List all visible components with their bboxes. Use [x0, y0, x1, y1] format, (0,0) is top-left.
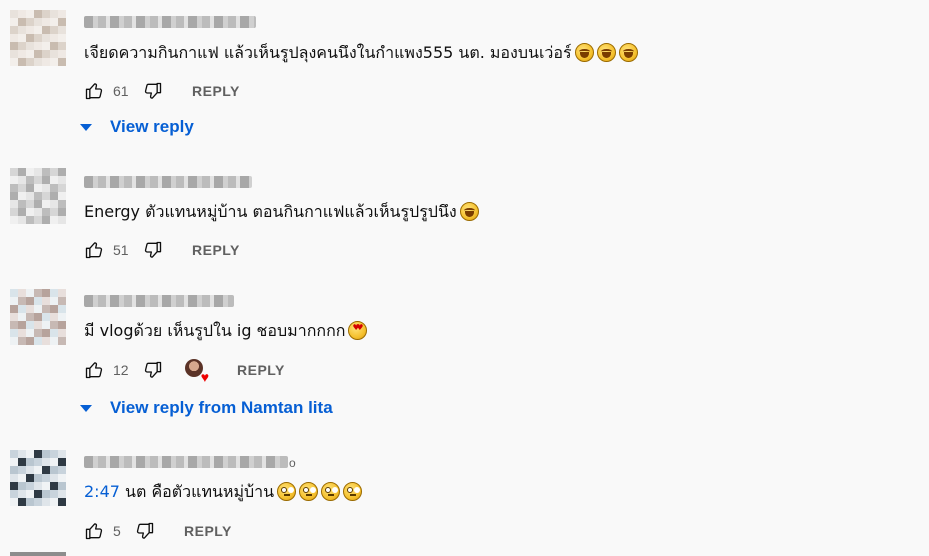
timestamp-link[interactable]: 2:47	[84, 482, 120, 501]
comment-body: Energy ตัวแทนหมู่บ้าน ตอนกินกาแฟแล้วเห็น…	[84, 202, 457, 221]
laugh-emoji-icon	[618, 43, 638, 62]
avatar[interactable]	[10, 10, 66, 66]
author-name-blurred[interactable]	[84, 16, 256, 28]
like-count: 61	[113, 83, 129, 99]
view-replies-button[interactable]: View reply	[80, 115, 194, 139]
dislike-icon[interactable]	[143, 360, 163, 380]
comment-toolbar: 5 REPLY	[84, 519, 232, 543]
dislike-icon[interactable]	[135, 521, 155, 541]
heart-icon: ♥	[200, 369, 209, 385]
comment-text: เจียดความกินกาแฟ แล้วเห็นรูปลุงคนนึงในกำ…	[84, 42, 638, 64]
like-icon[interactable]	[84, 521, 104, 541]
author-name-tail: o	[289, 456, 296, 470]
reply-button[interactable]: REPLY	[192, 242, 240, 258]
dislike-icon[interactable]	[143, 240, 163, 260]
comment-body: นต คือตัวแทนหมู่บ้าน	[119, 482, 275, 501]
caret-down-icon	[80, 404, 92, 412]
rolling-eyes-emoji-icon	[277, 482, 297, 501]
avatar[interactable]	[10, 289, 66, 345]
author-name-blurred[interactable]	[84, 456, 288, 468]
like-count: 51	[113, 242, 129, 258]
heart-eyes-emoji-icon	[348, 321, 368, 340]
like-count: 12	[113, 362, 129, 378]
reply-button[interactable]: REPLY	[192, 83, 240, 99]
view-replies-button[interactable]: View reply from Namtan lita	[80, 396, 333, 420]
dislike-icon[interactable]	[143, 81, 163, 101]
author-name-blurred[interactable]	[84, 295, 234, 307]
laugh-emoji-icon	[459, 202, 479, 221]
laugh-emoji-icon	[574, 43, 594, 62]
rolling-eyes-emoji-icon	[299, 482, 319, 501]
comment-text: มี vlogด้วย เห็นรูปใน ig ชอบมากกกก	[84, 320, 368, 342]
reply-button[interactable]: REPLY	[184, 523, 232, 539]
comment-body: มี vlogด้วย เห็นรูปใน ig ชอบมากกกก	[84, 321, 346, 340]
like-icon[interactable]	[84, 240, 104, 260]
like-count: 5	[113, 523, 121, 539]
like-icon[interactable]	[84, 360, 104, 380]
author-name-blurred[interactable]	[84, 176, 252, 188]
view-replies-label: View reply from Namtan lita	[110, 398, 333, 417]
creator-heart-icon: ♥	[185, 359, 209, 385]
avatar[interactable]	[10, 450, 66, 506]
comment-toolbar: 61 REPLY	[84, 79, 240, 103]
caret-down-icon	[80, 123, 92, 131]
reply-button[interactable]: REPLY	[237, 362, 285, 378]
comment-text: 2:47 นต คือตัวแทนหมู่บ้าน	[84, 481, 363, 503]
rolling-eyes-emoji-icon	[321, 482, 341, 501]
comment-text: Energy ตัวแทนหมู่บ้าน ตอนกินกาแฟแล้วเห็น…	[84, 201, 479, 223]
comment-toolbar: 51 REPLY	[84, 238, 240, 262]
like-icon[interactable]	[84, 81, 104, 101]
comment-body: เจียดความกินกาแฟ แล้วเห็นรูปลุงคนนึงในกำ…	[84, 43, 572, 62]
avatar[interactable]	[10, 168, 66, 224]
view-replies-label: View reply	[110, 117, 194, 136]
next-avatar-edge	[10, 552, 66, 556]
laugh-emoji-icon	[596, 43, 616, 62]
comment-toolbar: 12 ♥ REPLY	[84, 358, 285, 385]
rolling-eyes-emoji-icon	[343, 482, 363, 501]
